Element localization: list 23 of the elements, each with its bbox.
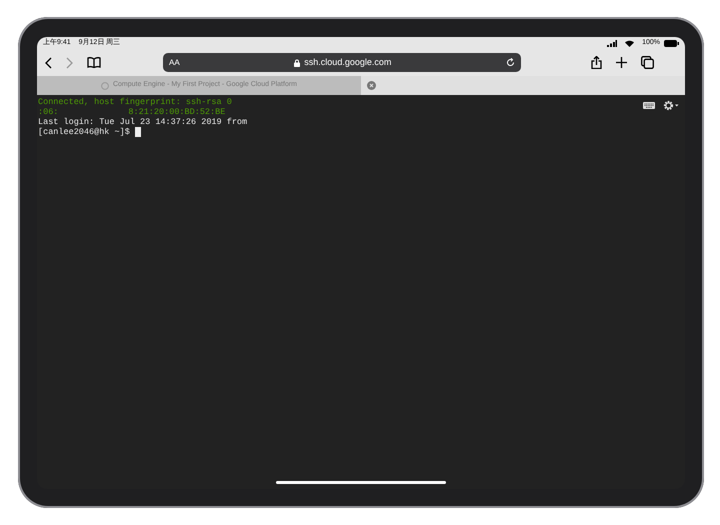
- back-icon[interactable]: [45, 56, 52, 68]
- terminal-line: Connected, host fingerprint: ssh-rsa 0: [38, 97, 232, 107]
- address-text: ssh.cloud.google.com: [304, 56, 392, 69]
- address-bar[interactable]: AA ssh.cloud.google.com: [163, 53, 521, 72]
- bookmarks-icon[interactable]: [87, 57, 101, 68]
- keyboard-icon[interactable]: [643, 102, 655, 109]
- tabs-icon[interactable]: [641, 56, 654, 69]
- close-icon[interactable]: [367, 81, 376, 90]
- lock-icon: [294, 58, 300, 66]
- terminal-line: Last login: Tue Jul 23 14:37:26 2019 from: [38, 117, 248, 127]
- terminal-area[interactable]: Connected, host fingerprint: ssh-rsa 0 :06: 8:21:20:00:BD:52:BE Last login: Tue Jul 23 14:37:26 2019 from [canlee2046@hk ~]$: [37, 95, 685, 489]
- terminal-line: [canlee2046@hk ~]$: [38, 127, 130, 137]
- wifi-icon: [625, 40, 634, 46]
- reload-icon[interactable]: [506, 58, 515, 67]
- share-icon[interactable]: [591, 56, 602, 69]
- terminal-line: :06:: [38, 107, 58, 117]
- reader-button[interactable]: AA: [169, 56, 180, 68]
- new-tab-icon[interactable]: [616, 57, 627, 68]
- settings-icon[interactable]: [663, 100, 679, 111]
- battery-icon: [664, 40, 679, 46]
- signal-icon: [607, 40, 618, 46]
- terminal-line: 8:21:20:00:BD:52:BE: [128, 107, 226, 117]
- terminal-cursor: [134, 127, 141, 137]
